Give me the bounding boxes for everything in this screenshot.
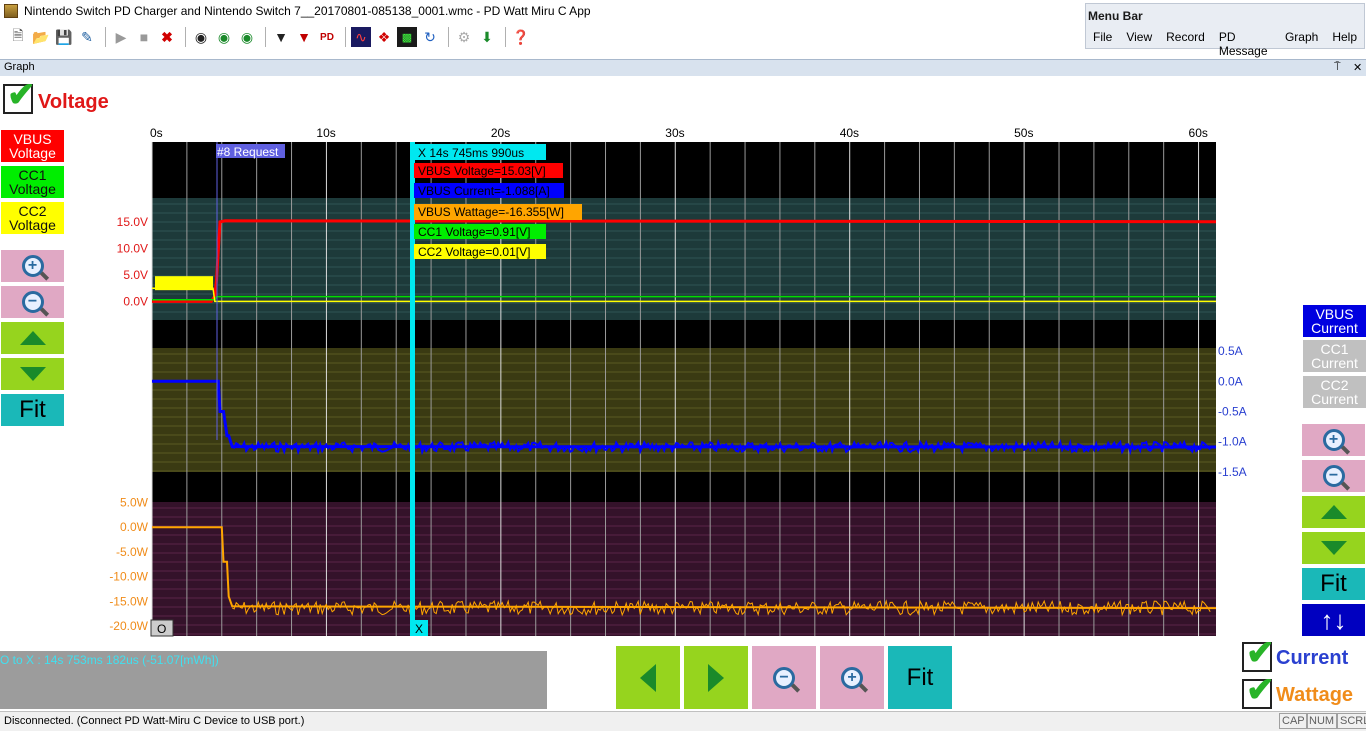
x-tick-label: 50s bbox=[1014, 126, 1033, 140]
find-prev-icon[interactable]: ◉ bbox=[237, 27, 257, 47]
checkmark-icon: ✔ bbox=[1246, 671, 1275, 709]
current-checkbox[interactable]: ✔ bbox=[1242, 636, 1275, 672]
wattage-checkbox[interactable]: ✔ bbox=[1242, 673, 1275, 709]
readout-cc1-voltage: CC1 Voltage=0.91[V] bbox=[418, 225, 530, 239]
graph-panel-header: Graph ⍑ ✕ bbox=[0, 59, 1366, 76]
readout-vbus-wattage: VBUS Wattage=-16.355[W] bbox=[418, 205, 564, 219]
graph-area[interactable]: 15.0V 10.0V 5.0V 0.0V -1.5A -1.0A -0.5A 0.0A 0.… bbox=[0, 120, 1366, 640]
current-tick-label: -1.0A bbox=[1218, 435, 1247, 449]
readout-vbus-voltage: VBUS Voltage=15.03[V] bbox=[418, 164, 546, 178]
help-icon[interactable]: ❓ bbox=[511, 27, 531, 47]
voltage-tick-label: 10.0V bbox=[117, 241, 148, 255]
wattage-tick-label: 5.0W bbox=[120, 495, 149, 509]
status-bar: Disconnected. (Connect PD Watt-Miru C De… bbox=[0, 711, 1366, 731]
num-lock-indicator: NUM bbox=[1306, 713, 1338, 729]
menu-file[interactable]: File bbox=[1086, 30, 1119, 58]
readout-vbus-current: VBUS Current=-1.088[A] bbox=[418, 184, 550, 198]
x-tick-label: 30s bbox=[665, 126, 684, 140]
graph-panel-title: Graph bbox=[4, 61, 35, 73]
window-title: Nintendo Switch PD Charger and Nintendo … bbox=[24, 4, 591, 18]
zoom-out-icon: − bbox=[773, 666, 795, 689]
wave-icon[interactable]: ∿ bbox=[351, 27, 371, 47]
filter-clear-icon[interactable]: ▼ bbox=[294, 27, 314, 47]
zoom-in-icon: + bbox=[841, 666, 863, 689]
download-icon[interactable]: ⬇ bbox=[477, 27, 497, 47]
x-tick-label: 20s bbox=[491, 126, 510, 140]
open-icon[interactable]: 📂 bbox=[31, 27, 51, 47]
time-zoom-out-button[interactable]: − bbox=[752, 646, 816, 709]
pin-icon[interactable]: ⍑ bbox=[1334, 61, 1341, 74]
current-tick-label: -1.5A bbox=[1218, 465, 1247, 479]
x-tick-label: 40s bbox=[840, 126, 859, 140]
request-marker-label: #8 Request bbox=[217, 145, 279, 159]
checkmark-icon: ✔ bbox=[1246, 634, 1275, 672]
x-tick-label: 60s bbox=[1189, 126, 1208, 140]
find-icon[interactable]: ◉ bbox=[191, 27, 211, 47]
marker-icon[interactable]: ❖ bbox=[374, 27, 394, 47]
app-window: Nintendo Switch PD Charger and Nintendo … bbox=[0, 0, 1366, 731]
close-icon[interactable]: ✕ bbox=[1353, 61, 1362, 74]
settings-icon[interactable]: ⚙ bbox=[454, 27, 474, 47]
find-next-icon[interactable]: ◉ bbox=[214, 27, 234, 47]
current-check-label: Current bbox=[1276, 647, 1349, 669]
export-icon[interactable]: ✎ bbox=[77, 27, 97, 47]
filter-icon[interactable]: ▼ bbox=[271, 27, 291, 47]
current-tick-label: 0.0A bbox=[1218, 374, 1243, 388]
wattage-tick-label: -10.0W bbox=[109, 570, 148, 584]
app-icon bbox=[4, 4, 18, 18]
refresh-icon[interactable]: ↻ bbox=[420, 27, 440, 47]
play-icon[interactable]: ▶ bbox=[111, 27, 131, 47]
pd-icon[interactable]: PD bbox=[317, 27, 337, 47]
delete-icon[interactable]: ✖ bbox=[157, 27, 177, 47]
save-icon[interactable]: 💾 bbox=[54, 27, 74, 47]
menu-view[interactable]: View bbox=[1119, 30, 1159, 58]
scroll-right-button[interactable] bbox=[684, 646, 748, 709]
wattage-tick-label: -20.0W bbox=[109, 619, 148, 633]
voltage-check-label: Voltage bbox=[38, 91, 109, 113]
title-bar: Nintendo Switch PD Charger and Nintendo … bbox=[0, 0, 1085, 22]
graph-icon[interactable]: ▩ bbox=[397, 27, 417, 47]
scroll-lock-indicator: SCRL bbox=[1337, 713, 1366, 729]
menu-help[interactable]: Help bbox=[1325, 30, 1364, 58]
status-message: Disconnected. (Connect PD Watt-Miru C De… bbox=[4, 715, 305, 727]
scroll-left-button[interactable] bbox=[616, 646, 680, 709]
caps-lock-indicator: CAP bbox=[1279, 713, 1308, 729]
arrow-left-icon bbox=[640, 663, 656, 692]
cursor-marker-tag[interactable]: X bbox=[415, 622, 423, 636]
arrow-right-icon bbox=[708, 663, 724, 692]
checkmark-icon: ✔ bbox=[7, 76, 36, 114]
wattage-tick-label: -15.0W bbox=[109, 594, 148, 608]
menu-pd-message[interactable]: PD Message bbox=[1212, 30, 1278, 58]
new-icon[interactable]: 🗎 bbox=[8, 27, 28, 47]
current-tick-label: -0.5A bbox=[1218, 404, 1247, 418]
stop-icon[interactable]: ■ bbox=[134, 27, 154, 47]
o-to-x-readout: O to X : 14s 753ms 182us (-51.07[mWh]) bbox=[0, 653, 219, 667]
time-zoom-in-button[interactable]: + bbox=[820, 646, 884, 709]
readout-cc2-voltage: CC2 Voltage=0.01[V] bbox=[418, 245, 530, 259]
toolbar: 🗎 📂 💾 ✎ ▶ ■ ✖ ◉ ◉ ◉ ▼ ▼ PD ∿ ❖ ▩ ↻ ⚙ ⬇ ❓ bbox=[0, 24, 1085, 50]
x-tick-label: 0s bbox=[150, 126, 163, 140]
cursor-readout-header: X 14s 745ms 990us bbox=[418, 146, 524, 160]
cc2-initial-block bbox=[155, 276, 214, 291]
menu-bar-title: Menu Bar bbox=[1088, 9, 1143, 23]
time-fit-button[interactable]: Fit bbox=[888, 646, 952, 709]
wattage-tick-label: 0.0W bbox=[120, 520, 149, 534]
voltage-tick-label: 0.0V bbox=[123, 294, 148, 308]
menu-bar: Menu Bar File View Record PD Message Gra… bbox=[1085, 3, 1365, 58]
wattage-check-label: Wattage bbox=[1276, 684, 1354, 706]
x-tick-label: 10s bbox=[316, 126, 335, 140]
voltage-tick-label: 5.0V bbox=[123, 268, 148, 282]
origin-marker-tag[interactable]: O bbox=[157, 622, 166, 636]
menu-graph[interactable]: Graph bbox=[1278, 30, 1325, 58]
voltage-tick-label: 15.0V bbox=[117, 215, 148, 229]
current-tick-label: 0.5A bbox=[1218, 344, 1243, 358]
menu-record[interactable]: Record bbox=[1159, 30, 1212, 58]
voltage-checkbox[interactable]: ✔ bbox=[3, 78, 36, 114]
wattage-tick-label: -5.0W bbox=[116, 545, 149, 559]
